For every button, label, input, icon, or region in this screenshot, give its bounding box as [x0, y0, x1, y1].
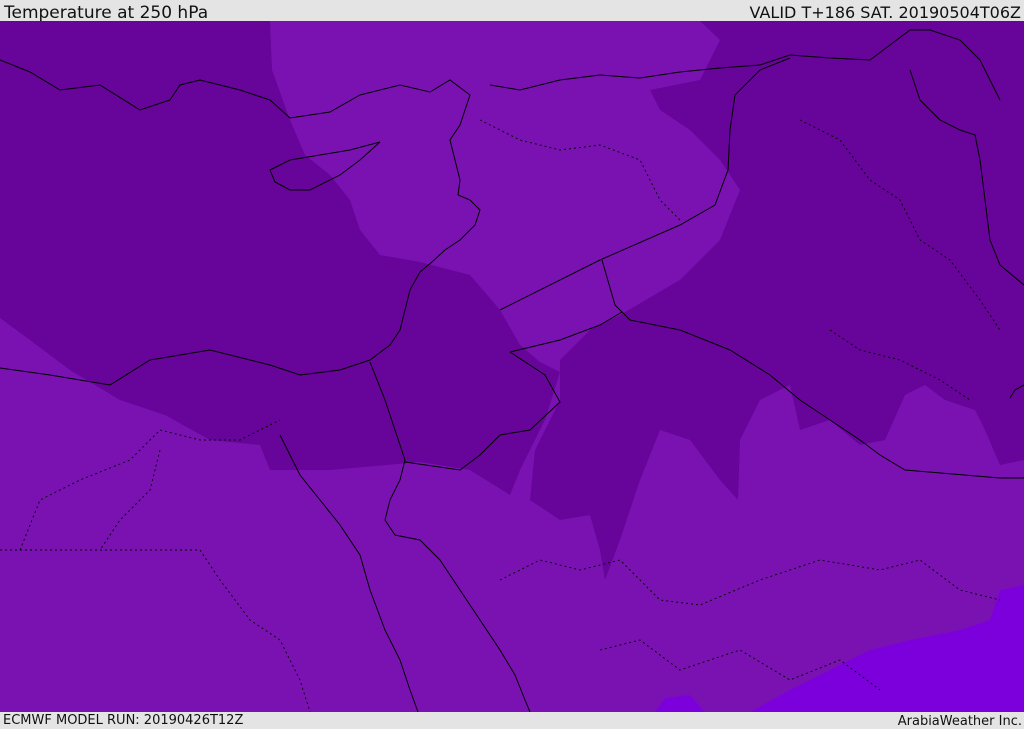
- header-bar: Temperature at 250 hPa VALID T+186 SAT. …: [0, 0, 1024, 23]
- weather-map[interactable]: [0, 21, 1024, 712]
- brand-label: ArabiaWeather Inc.: [897, 714, 1022, 729]
- cold-patch: [531, 298, 551, 330]
- map-title: Temperature at 250 hPa: [4, 3, 209, 23]
- footer-bar: ECMWF MODEL RUN: 20190426T12Z ArabiaWeat…: [0, 712, 1024, 729]
- valid-time: VALID T+186 SAT. 20190504T06Z: [749, 3, 1021, 22]
- model-run-label: ECMWF MODEL RUN: 20190426T12Z: [3, 713, 244, 728]
